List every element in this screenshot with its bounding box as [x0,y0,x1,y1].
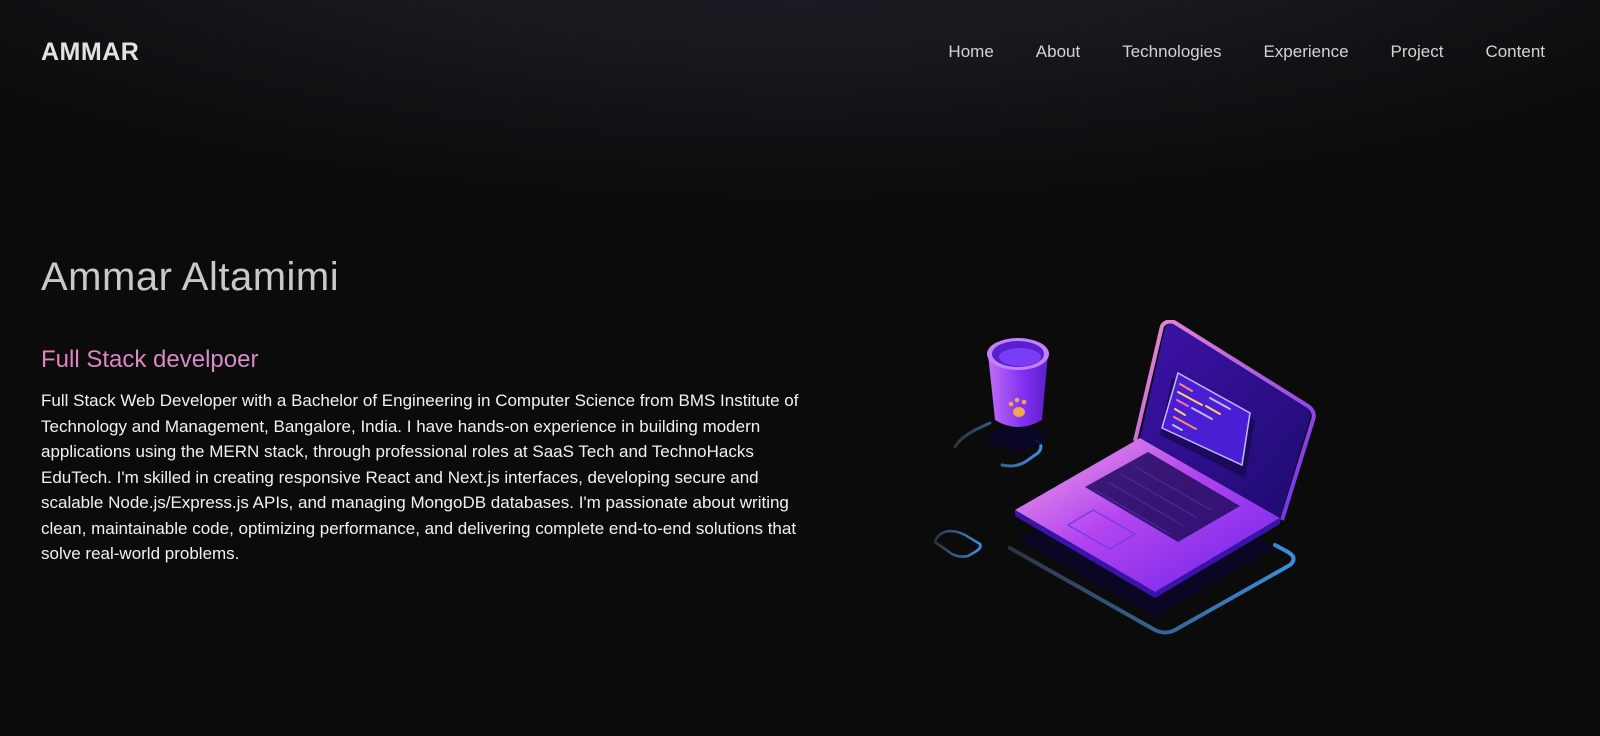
nav-link-about[interactable]: About [1036,42,1080,62]
hero-name: Ammar Altamimi [41,255,340,299]
nav-links: Home About Technologies Experience Proje… [906,42,1545,62]
laptop-and-cup-illustration [930,319,1330,650]
nav-link-technologies[interactable]: Technologies [1122,42,1221,62]
navbar: AMMAR Home About Technologies Experience… [0,0,1600,104]
nav-link-project[interactable]: Project [1391,42,1444,62]
page: AMMAR Home About Technologies Experience… [0,0,1600,736]
hero-role: Full Stack develpoer [41,346,811,374]
hero-section: Ammar Altamimi Full Stack develpoer Full… [41,255,811,567]
cup [987,338,1049,427]
hero-bio: Full Stack Web Developer with a Bachelor… [41,391,799,563]
mouse-outline [933,529,982,558]
nav-link-home[interactable]: Home [948,42,993,62]
brand-logo[interactable]: AMMAR [41,38,139,67]
nav-link-experience[interactable]: Experience [1263,42,1348,62]
nav-link-content[interactable]: Content [1485,42,1545,62]
